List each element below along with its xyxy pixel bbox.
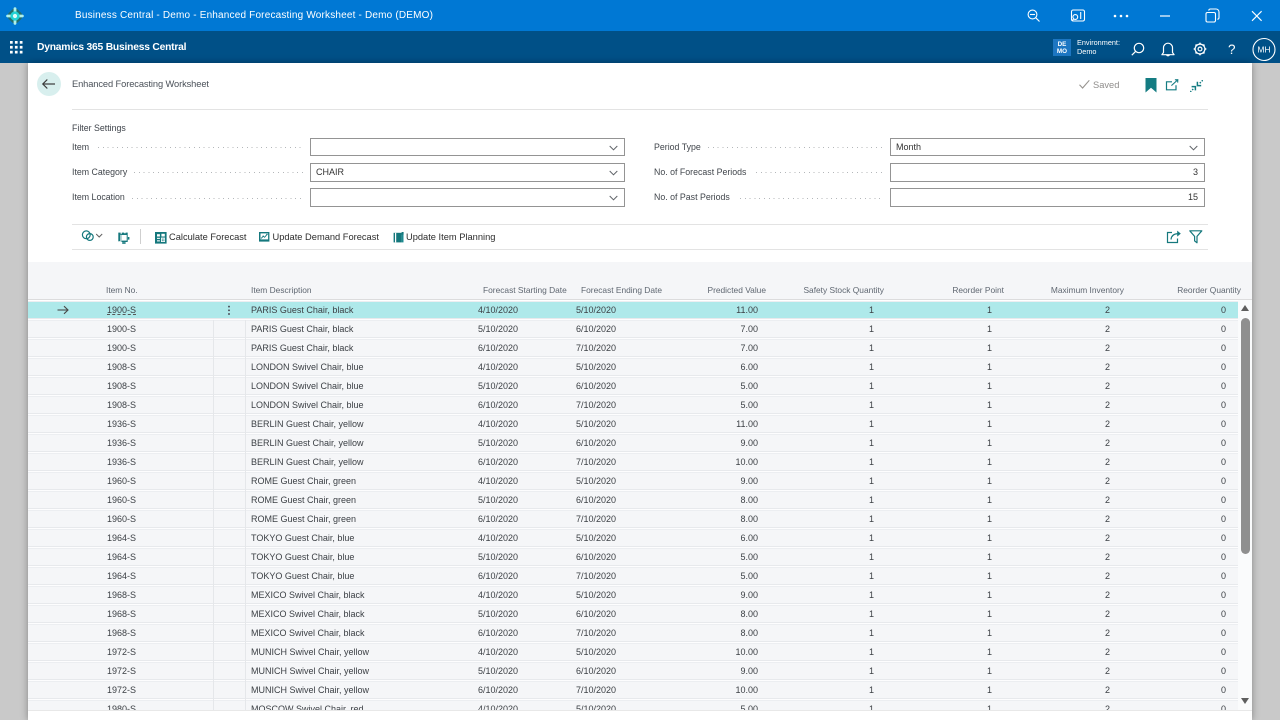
svg-text:MH: MH xyxy=(1258,45,1271,55)
svg-text:?: ? xyxy=(1228,42,1236,57)
